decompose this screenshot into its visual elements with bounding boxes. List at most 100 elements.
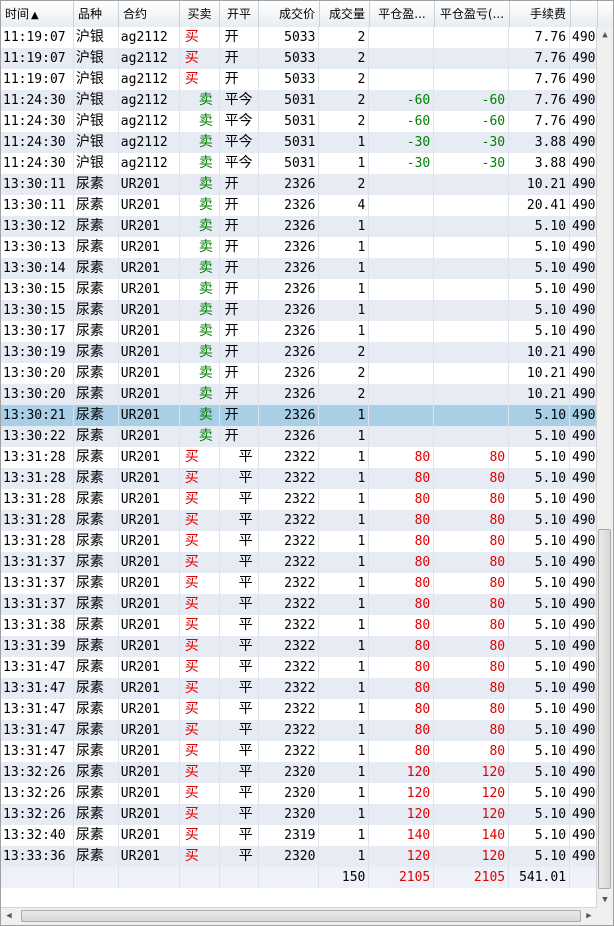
table-row[interactable]: 13:32:26 尿素 UR201 买平 2320 1 120 120 5.10 490 bbox=[1, 804, 597, 825]
cell-volume: 1 bbox=[319, 657, 370, 678]
table-row[interactable]: 13:31:47 尿素 UR201 买平 2322 1 80 80 5.10 490 bbox=[1, 657, 597, 678]
vertical-scroll-thumb[interactable] bbox=[598, 529, 611, 889]
cell-volume: 1 bbox=[319, 447, 370, 468]
column-header-contract[interactable]: 合约 bbox=[119, 1, 180, 27]
table-row[interactable]: 13:31:37 尿素 UR201 买平 2322 1 80 80 5.10 490 bbox=[1, 552, 597, 573]
horizontal-scrollbar[interactable]: ◀ ▶ bbox=[1, 907, 597, 925]
column-header-close-pnl[interactable]: 平仓盈... bbox=[370, 1, 435, 27]
scroll-down-arrow-icon[interactable]: ▼ bbox=[597, 892, 613, 909]
cell-extra: 490 bbox=[570, 489, 597, 510]
cell-volume: 1 bbox=[319, 468, 370, 489]
table-row[interactable]: 11:19:07 沪银 ag2112 买开 5033 2 7.76 490 bbox=[1, 69, 597, 90]
table-row[interactable]: 13:30:21 尿素 UR201 卖开 2326 1 5.10 490 bbox=[1, 405, 597, 426]
cell-buy-sell: 卖 bbox=[180, 426, 220, 447]
total-close-pnl: 2105 bbox=[369, 867, 435, 888]
cell-fee: 5.10 bbox=[509, 699, 571, 720]
table-row[interactable]: 13:30:13 尿素 UR201 卖开 2326 1 5.10 490 bbox=[1, 237, 597, 258]
cell-close-pnl bbox=[369, 384, 435, 405]
column-header-open-close[interactable]: 开平 bbox=[220, 1, 259, 27]
table-row[interactable]: 13:30:11 尿素 UR201 卖开 2326 4 20.41 490 bbox=[1, 195, 597, 216]
cell-extra: 490 bbox=[570, 573, 597, 594]
table-row[interactable]: 13:30:22 尿素 UR201 卖开 2326 1 5.10 490 bbox=[1, 426, 597, 447]
table-row[interactable]: 13:30:11 尿素 UR201 卖开 2326 2 10.21 490 bbox=[1, 174, 597, 195]
cell-variety: 尿素 bbox=[74, 531, 119, 552]
cell-time: 11:19:07 bbox=[1, 48, 74, 69]
table-row[interactable]: 13:30:15 尿素 UR201 卖开 2326 1 5.10 490 bbox=[1, 300, 597, 321]
table-row[interactable]: 13:30:17 尿素 UR201 卖开 2326 1 5.10 490 bbox=[1, 321, 597, 342]
column-header-time[interactable]: 时间 ▲ bbox=[1, 1, 74, 27]
cell-buy-sell: 卖 bbox=[180, 111, 220, 132]
cell-extra: 490 bbox=[570, 426, 597, 447]
cell-open-close: 开 bbox=[220, 216, 259, 237]
table-row[interactable]: 13:31:28 尿素 UR201 买平 2322 1 80 80 5.10 490 bbox=[1, 447, 597, 468]
column-header-buy-sell[interactable]: 买卖 bbox=[180, 1, 220, 27]
table-row[interactable]: 13:31:39 尿素 UR201 买平 2322 1 80 80 5.10 490 bbox=[1, 636, 597, 657]
cell-buy-sell: 卖 bbox=[180, 90, 220, 111]
column-header-fee[interactable]: 手续费 bbox=[510, 1, 571, 27]
table-row[interactable]: 11:24:30 沪银 ag2112 卖平今 5031 2 -60 -60 7.76 490 bbox=[1, 111, 597, 132]
cell-volume: 1 bbox=[319, 132, 370, 153]
table-row[interactable]: 13:32:40 尿素 UR201 买平 2319 1 140 140 5.10 490 bbox=[1, 825, 597, 846]
scroll-up-arrow-icon[interactable]: ▲ bbox=[597, 27, 613, 44]
cell-time: 13:31:28 bbox=[1, 531, 74, 552]
table-row[interactable]: 13:31:37 尿素 UR201 买平 2322 1 80 80 5.10 490 bbox=[1, 573, 597, 594]
table-row[interactable]: 13:30:15 尿素 UR201 卖开 2326 1 5.10 490 bbox=[1, 279, 597, 300]
cell-close-pnl2 bbox=[434, 342, 510, 363]
cell-close-pnl2: 80 bbox=[434, 615, 510, 636]
cell-extra: 490 bbox=[570, 174, 597, 195]
cell-open-close: 平 bbox=[220, 825, 259, 846]
cell-close-pnl: 140 bbox=[369, 825, 435, 846]
column-header-variety[interactable]: 品种 bbox=[74, 1, 119, 27]
vertical-scrollbar[interactable]: ▲ ▼ bbox=[596, 27, 613, 909]
column-header-extra[interactable] bbox=[571, 1, 598, 27]
cell-open-close: 开 bbox=[220, 258, 259, 279]
cell-price: 2322 bbox=[259, 720, 320, 741]
table-row[interactable]: 13:31:47 尿素 UR201 买平 2322 1 80 80 5.10 490 bbox=[1, 678, 597, 699]
table-row[interactable]: 13:31:37 尿素 UR201 买平 2322 1 80 80 5.10 490 bbox=[1, 594, 597, 615]
scroll-left-arrow-icon[interactable]: ◀ bbox=[1, 908, 17, 925]
table-row[interactable]: 13:32:26 尿素 UR201 买平 2320 1 120 120 5.10 490 bbox=[1, 783, 597, 804]
table-row[interactable]: 13:31:38 尿素 UR201 买平 2322 1 80 80 5.10 490 bbox=[1, 615, 597, 636]
cell-open-close: 平 bbox=[220, 804, 259, 825]
cell-buy-sell: 买 bbox=[180, 573, 220, 594]
cell-buy-sell: 卖 bbox=[180, 216, 220, 237]
cell-close-pnl bbox=[369, 321, 435, 342]
table-row[interactable]: 11:24:30 沪银 ag2112 卖平今 5031 1 -30 -30 3.88 490 bbox=[1, 153, 597, 174]
cell-price: 2326 bbox=[259, 426, 320, 447]
cell-empty bbox=[119, 867, 180, 888]
cell-empty bbox=[570, 867, 597, 888]
horizontal-scroll-thumb[interactable] bbox=[21, 910, 581, 922]
table-row[interactable]: 13:30:14 尿素 UR201 卖开 2326 1 5.10 490 bbox=[1, 258, 597, 279]
table-row[interactable]: 13:31:28 尿素 UR201 买平 2322 1 80 80 5.10 490 bbox=[1, 489, 597, 510]
table-row[interactable]: 11:19:07 沪银 ag2112 买开 5033 2 7.76 490 bbox=[1, 48, 597, 69]
cell-time: 13:31:47 bbox=[1, 657, 74, 678]
table-row[interactable]: 13:31:47 尿素 UR201 买平 2322 1 80 80 5.10 490 bbox=[1, 741, 597, 762]
column-header-price[interactable]: 成交价 bbox=[259, 1, 320, 27]
table-row[interactable]: 13:33:36 尿素 UR201 买平 2320 1 120 120 5.10 490 bbox=[1, 846, 597, 867]
cell-close-pnl2: 80 bbox=[434, 594, 510, 615]
column-header-volume[interactable]: 成交量 bbox=[320, 1, 370, 27]
table-row[interactable]: 13:30:12 尿素 UR201 卖开 2326 1 5.10 490 bbox=[1, 216, 597, 237]
cell-variety: 尿素 bbox=[74, 468, 119, 489]
table-row[interactable]: 11:24:30 沪银 ag2112 卖平今 5031 2 -60 -60 7.76 490 bbox=[1, 90, 597, 111]
table-row[interactable]: 11:19:07 沪银 ag2112 买开 5033 2 7.76 490 bbox=[1, 27, 597, 48]
cell-fee: 5.10 bbox=[509, 825, 571, 846]
table-row[interactable]: 13:30:20 尿素 UR201 卖开 2326 2 10.21 490 bbox=[1, 363, 597, 384]
table-row[interactable]: 13:31:28 尿素 UR201 买平 2322 1 80 80 5.10 490 bbox=[1, 531, 597, 552]
column-header-close-pnl2[interactable]: 平仓盈亏(... bbox=[435, 1, 510, 27]
table-row[interactable]: 11:24:30 沪银 ag2112 卖平今 5031 1 -30 -30 3.88 490 bbox=[1, 132, 597, 153]
table-row[interactable]: 13:30:19 尿素 UR201 卖开 2326 2 10.21 490 bbox=[1, 342, 597, 363]
cell-price: 2326 bbox=[259, 384, 320, 405]
table-row[interactable]: 13:31:47 尿素 UR201 买平 2322 1 80 80 5.10 490 bbox=[1, 699, 597, 720]
cell-open-close: 开 bbox=[220, 300, 259, 321]
table-row[interactable]: 13:32:26 尿素 UR201 买平 2320 1 120 120 5.10 490 bbox=[1, 762, 597, 783]
cell-volume: 2 bbox=[319, 90, 370, 111]
table-row[interactable]: 13:31:28 尿素 UR201 买平 2322 1 80 80 5.10 490 bbox=[1, 510, 597, 531]
cell-fee: 5.10 bbox=[509, 279, 571, 300]
cell-time: 11:24:30 bbox=[1, 90, 74, 111]
table-row[interactable]: 13:31:47 尿素 UR201 买平 2322 1 80 80 5.10 490 bbox=[1, 720, 597, 741]
table-row[interactable]: 13:31:28 尿素 UR201 买平 2322 1 80 80 5.10 490 bbox=[1, 468, 597, 489]
cell-extra: 490 bbox=[570, 510, 597, 531]
table-row[interactable]: 13:30:20 尿素 UR201 卖开 2326 2 10.21 490 bbox=[1, 384, 597, 405]
scroll-right-arrow-icon[interactable]: ▶ bbox=[581, 908, 597, 925]
